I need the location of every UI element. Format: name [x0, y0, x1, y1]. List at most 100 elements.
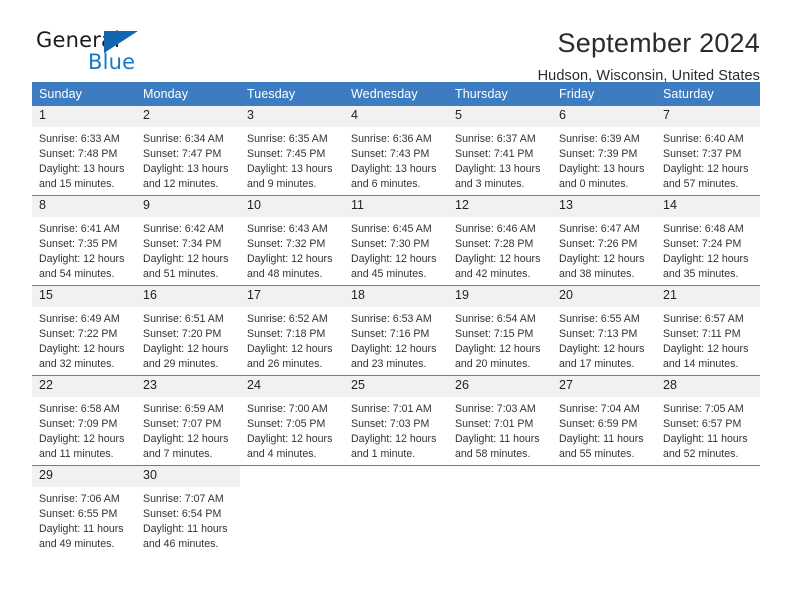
- calendar-day-cell[interactable]: 6 Sunrise: 6:39 AM Sunset: 7:39 PM Daylight…: [552, 106, 656, 195]
- daylight-text-line2: and 32 minutes.: [39, 357, 115, 370]
- calendar-day-cell[interactable]: 23 Sunrise: 6:59 AM Sunset: 7:07 PM Dayligh…: [136, 376, 240, 465]
- day-number: 4: [344, 106, 448, 127]
- calendar-day-cell[interactable]: 29 Sunrise: 7:06 AM Sunset: 6:55 PM Dayligh…: [32, 466, 136, 555]
- day-details: Sunrise: 6:57 AM Sunset: 7:11 PM Daylight:…: [656, 307, 760, 372]
- daylight-text-line1: Daylight: 12 hours: [247, 432, 333, 445]
- calendar-day-cell[interactable]: 14 Sunrise: 6:48 AM Sunset: 7:24 PM Dayligh…: [656, 196, 760, 285]
- day-number: 1: [32, 106, 136, 127]
- day-details: Sunrise: 6:55 AM Sunset: 7:13 PM Daylight:…: [552, 307, 656, 372]
- sunrise-text: Sunrise: 6:52 AM: [247, 312, 328, 325]
- calendar-day-cell[interactable]: 25 Sunrise: 7:01 AM Sunset: 7:03 PM Dayligh…: [344, 376, 448, 465]
- sunrise-text: Sunrise: 6:37 AM: [455, 132, 536, 145]
- sunrise-text: Sunrise: 6:40 AM: [663, 132, 744, 145]
- calendar-day-cell[interactable]: 1 Sunrise: 6:33 AM Sunset: 7:48 PM Daylight…: [32, 106, 136, 195]
- sunset-text: Sunset: 7:05 PM: [247, 417, 326, 430]
- calendar-day-cell[interactable]: 5 Sunrise: 6:37 AM Sunset: 7:41 PM Daylight…: [448, 106, 552, 195]
- calendar-day-cell[interactable]: 4 Sunrise: 6:36 AM Sunset: 7:43 PM Daylight…: [344, 106, 448, 195]
- daylight-text-line2: and 51 minutes.: [143, 267, 219, 280]
- day-details: Sunrise: 7:00 AM Sunset: 7:05 PM Daylight:…: [240, 397, 344, 462]
- daylight-text-line1: Daylight: 12 hours: [351, 342, 437, 355]
- daylight-text-line1: Daylight: 12 hours: [663, 342, 749, 355]
- calendar-day-cell[interactable]: 15 Sunrise: 6:49 AM Sunset: 7:22 PM Dayligh…: [32, 286, 136, 375]
- day-number: 26: [448, 376, 552, 397]
- daylight-text-line2: and 6 minutes.: [351, 177, 421, 190]
- general-blue-logo[interactable]: General Blue: [32, 26, 172, 76]
- daylight-text-line1: Daylight: 13 hours: [351, 162, 437, 175]
- calendar-day-cell[interactable]: 30 Sunrise: 7:07 AM Sunset: 6:54 PM Dayligh…: [136, 466, 240, 555]
- calendar-day-cell[interactable]: 27 Sunrise: 7:04 AM Sunset: 6:59 PM Dayligh…: [552, 376, 656, 465]
- calendar-day-cell-empty: [656, 466, 760, 555]
- day-number: 24: [240, 376, 344, 397]
- sunrise-text: Sunrise: 6:36 AM: [351, 132, 432, 145]
- calendar-week-row: 1 Sunrise: 6:33 AM Sunset: 7:48 PM Daylight…: [32, 106, 760, 195]
- daylight-text-line1: Daylight: 12 hours: [351, 252, 437, 265]
- calendar-day-cell[interactable]: 11 Sunrise: 6:45 AM Sunset: 7:30 PM Dayligh…: [344, 196, 448, 285]
- daylight-text-line2: and 17 minutes.: [559, 357, 635, 370]
- daylight-text-line2: and 11 minutes.: [39, 447, 114, 460]
- day-number: 28: [656, 376, 760, 397]
- daylight-text-line2: and 38 minutes.: [559, 267, 635, 280]
- calendar-page: General Blue September 2024 Hudson, Wisc…: [0, 0, 792, 612]
- daylight-text-line1: Daylight: 13 hours: [455, 162, 541, 175]
- calendar-day-cell-empty: [448, 466, 552, 555]
- calendar-day-cell[interactable]: 9 Sunrise: 6:42 AM Sunset: 7:34 PM Daylight…: [136, 196, 240, 285]
- daylight-text-line1: Daylight: 12 hours: [143, 252, 229, 265]
- daylight-text-line1: Daylight: 11 hours: [39, 522, 124, 535]
- day-details: Sunrise: 7:01 AM Sunset: 7:03 PM Daylight:…: [344, 397, 448, 462]
- sunset-text: Sunset: 7:13 PM: [559, 327, 638, 340]
- day-number: 6: [552, 106, 656, 127]
- sunset-text: Sunset: 7:28 PM: [455, 237, 534, 250]
- day-number: 18: [344, 286, 448, 307]
- calendar-day-cell[interactable]: 7 Sunrise: 6:40 AM Sunset: 7:37 PM Daylight…: [656, 106, 760, 195]
- calendar-day-cell[interactable]: 26 Sunrise: 7:03 AM Sunset: 7:01 PM Dayligh…: [448, 376, 552, 465]
- calendar-day-cell[interactable]: 28 Sunrise: 7:05 AM Sunset: 6:57 PM Dayligh…: [656, 376, 760, 465]
- day-number: 15: [32, 286, 136, 307]
- calendar-day-cell[interactable]: 8 Sunrise: 6:41 AM Sunset: 7:35 PM Daylight…: [32, 196, 136, 285]
- day-details: Sunrise: 6:33 AM Sunset: 7:48 PM Daylight:…: [32, 127, 136, 192]
- sunset-text: Sunset: 7:41 PM: [455, 147, 534, 160]
- daylight-text-line1: Daylight: 12 hours: [247, 342, 333, 355]
- calendar-day-cell[interactable]: 19 Sunrise: 6:54 AM Sunset: 7:15 PM Dayligh…: [448, 286, 552, 375]
- sunrise-text: Sunrise: 6:49 AM: [39, 312, 120, 325]
- day-number: 8: [32, 196, 136, 217]
- day-details: Sunrise: 6:48 AM Sunset: 7:24 PM Daylight:…: [656, 217, 760, 282]
- calendar-day-cell[interactable]: 3 Sunrise: 6:35 AM Sunset: 7:45 PM Daylight…: [240, 106, 344, 195]
- day-number: 22: [32, 376, 136, 397]
- sunset-text: Sunset: 7:01 PM: [455, 417, 534, 430]
- calendar-day-cell[interactable]: 24 Sunrise: 7:00 AM Sunset: 7:05 PM Dayligh…: [240, 376, 344, 465]
- day-details: Sunrise: 6:46 AM Sunset: 7:28 PM Daylight:…: [448, 217, 552, 282]
- sunrise-text: Sunrise: 6:42 AM: [143, 222, 224, 235]
- daylight-text-line2: and 7 minutes.: [143, 447, 213, 460]
- sunset-text: Sunset: 7:03 PM: [351, 417, 430, 430]
- daylight-text-line2: and 4 minutes.: [247, 447, 317, 460]
- sunset-text: Sunset: 7:24 PM: [663, 237, 742, 250]
- daylight-text-line2: and 3 minutes.: [455, 177, 525, 190]
- sunrise-text: Sunrise: 6:41 AM: [39, 222, 120, 235]
- calendar-day-cell[interactable]: 17 Sunrise: 6:52 AM Sunset: 7:18 PM Dayligh…: [240, 286, 344, 375]
- calendar-day-cell[interactable]: 22 Sunrise: 6:58 AM Sunset: 7:09 PM Dayligh…: [32, 376, 136, 465]
- calendar-day-cell[interactable]: 13 Sunrise: 6:47 AM Sunset: 7:26 PM Dayligh…: [552, 196, 656, 285]
- sunset-text: Sunset: 7:47 PM: [143, 147, 222, 160]
- sunset-text: Sunset: 6:59 PM: [559, 417, 638, 430]
- day-details: Sunrise: 6:35 AM Sunset: 7:45 PM Daylight:…: [240, 127, 344, 192]
- calendar-day-cell[interactable]: 21 Sunrise: 6:57 AM Sunset: 7:11 PM Dayligh…: [656, 286, 760, 375]
- sunset-text: Sunset: 7:09 PM: [39, 417, 118, 430]
- weekday-header-monday: Monday: [143, 87, 189, 101]
- calendar-day-cell[interactable]: 20 Sunrise: 6:55 AM Sunset: 7:13 PM Dayligh…: [552, 286, 656, 375]
- day-number: 29: [32, 466, 136, 487]
- calendar-day-cell[interactable]: 16 Sunrise: 6:51 AM Sunset: 7:20 PM Dayligh…: [136, 286, 240, 375]
- calendar-body: 1 Sunrise: 6:33 AM Sunset: 7:48 PM Daylight…: [32, 106, 760, 555]
- daylight-text-line2: and 46 minutes.: [143, 537, 219, 550]
- day-number: [448, 466, 552, 486]
- day-number: 21: [656, 286, 760, 307]
- calendar-day-cell[interactable]: 18 Sunrise: 6:53 AM Sunset: 7:16 PM Dayligh…: [344, 286, 448, 375]
- day-details: Sunrise: 7:04 AM Sunset: 6:59 PM Daylight:…: [552, 397, 656, 462]
- daylight-text-line1: Daylight: 13 hours: [247, 162, 333, 175]
- sunset-text: Sunset: 7:43 PM: [351, 147, 430, 160]
- daylight-text-line2: and 20 minutes.: [455, 357, 531, 370]
- sunrise-text: Sunrise: 7:00 AM: [247, 402, 328, 415]
- calendar-day-cell[interactable]: 12 Sunrise: 6:46 AM Sunset: 7:28 PM Dayligh…: [448, 196, 552, 285]
- sunset-text: Sunset: 7:11 PM: [663, 327, 741, 340]
- calendar-day-cell[interactable]: 2 Sunrise: 6:34 AM Sunset: 7:47 PM Daylight…: [136, 106, 240, 195]
- calendar-day-cell[interactable]: 10 Sunrise: 6:43 AM Sunset: 7:32 PM Dayligh…: [240, 196, 344, 285]
